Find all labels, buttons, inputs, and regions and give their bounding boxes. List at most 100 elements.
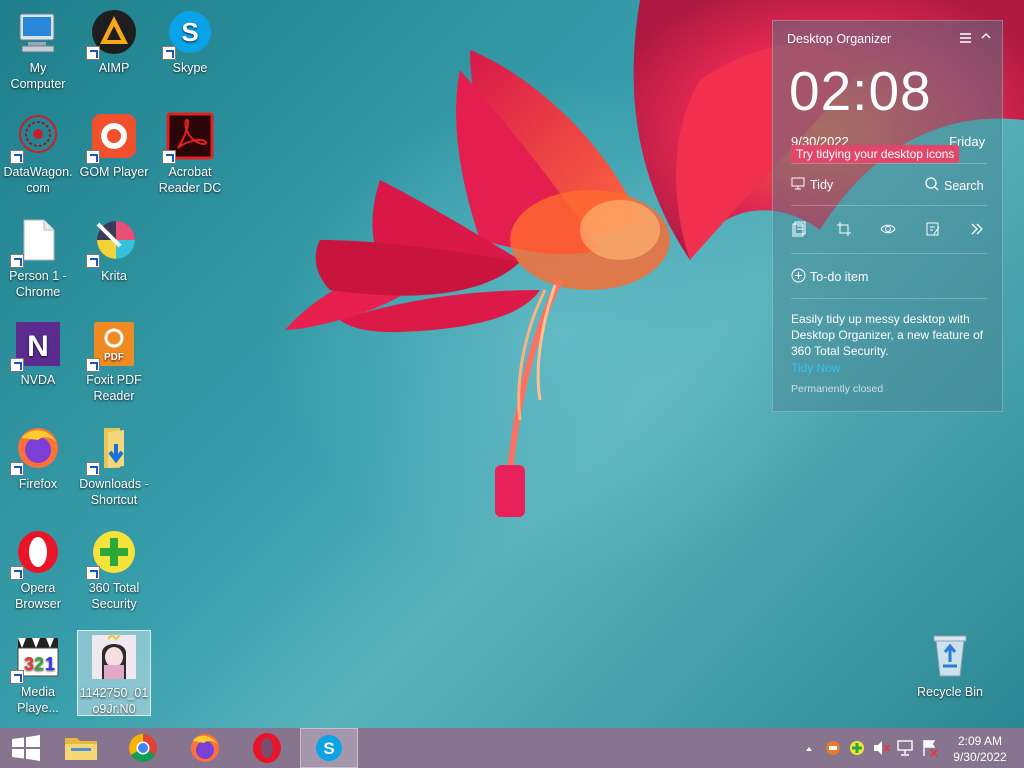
shortcut-arrow-icon (86, 566, 100, 580)
desktop-icon-foxit[interactable]: PDF Foxit PDF Reader (77, 320, 151, 404)
desktop-icon-krita[interactable]: Krita (77, 216, 151, 284)
organizer-title: Desktop Organizer (787, 32, 892, 46)
firefox-icon (191, 734, 219, 762)
desktop-icon-label: Media Playe... (17, 685, 59, 715)
desktop-icon-person-chrome[interactable]: Person 1 - Chrome (1, 216, 75, 300)
desktop-icon-my-computer[interactable]: My Computer (1, 8, 75, 92)
desktop-icon-label: Downloads - Shortcut (79, 477, 149, 507)
taskbar-clock[interactable]: 2:09 AM 9/30/2022 (940, 733, 1020, 765)
divider (791, 163, 987, 164)
tray-stop-icon[interactable] (822, 728, 844, 768)
permanently-closed-link[interactable]: Permanently closed (791, 383, 883, 395)
desktop-icon-label: NVDA (20, 373, 56, 387)
shortcut-arrow-icon (10, 254, 24, 268)
skype-icon: S (316, 735, 342, 761)
taskbar-opera[interactable] (238, 728, 296, 768)
monitor-icon (791, 177, 805, 193)
start-button[interactable] (6, 728, 46, 768)
desktop-icon-label: Firefox (18, 477, 58, 491)
tray-action-center-icon[interactable] (918, 728, 940, 768)
show-hidden-icons-button[interactable] (800, 728, 818, 768)
plus-circle-icon (791, 268, 806, 286)
menu-icon[interactable] (959, 32, 973, 47)
gom-player-icon (86, 112, 138, 164)
taskbar: S 2:09 AM 9/30/2022 (0, 728, 1024, 768)
taskbar-firefox[interactable] (176, 728, 234, 768)
desktop-icon-label: Acrobat Reader DC (158, 165, 222, 195)
taskbar-date: 9/30/2022 (953, 750, 1007, 764)
360-security-icon (86, 528, 138, 580)
desktop-icon-label: AIMP (98, 61, 130, 75)
svg-text:2: 2 (34, 654, 44, 674)
todo-label: To-do item (810, 270, 869, 284)
shortcut-arrow-icon (86, 462, 100, 476)
notes-icon[interactable] (791, 221, 809, 239)
taskbar-file-explorer[interactable] (52, 728, 110, 768)
desktop-icon-acrobat[interactable]: Acrobat Reader DC (153, 112, 227, 196)
desktop-icon-firefox[interactable]: Firefox (1, 424, 75, 492)
todo-add-button[interactable]: To-do item (791, 268, 868, 286)
windows-logo-icon (12, 735, 40, 761)
desktop-icon-label: 360 Total Security (88, 581, 140, 611)
taskbar-chrome[interactable] (114, 728, 172, 768)
krita-icon (86, 216, 138, 268)
shortcut-arrow-icon (10, 150, 24, 164)
svg-text:N: N (27, 330, 49, 363)
search-button[interactable]: Search (925, 177, 984, 194)
desktop-icon-image-file[interactable]: 1142750_01 o9Jr.N0 (77, 630, 151, 716)
edit-note-icon[interactable] (925, 221, 943, 239)
desktop-icon-aimp[interactable]: AIMP (77, 8, 151, 76)
skype-icon: S (162, 8, 214, 60)
desktop-icon-label: Recycle Bin (917, 685, 983, 699)
tidy-tip-badge[interactable]: Try tidying your desktop icons (791, 145, 960, 163)
desktop-icon-nvda[interactable]: N NVDA (1, 320, 75, 388)
svg-text:1: 1 (45, 654, 55, 674)
chevron-up-icon[interactable] (980, 30, 992, 45)
file-explorer-icon (65, 738, 97, 760)
desktop-icon-media-player[interactable]: 3 2 1 Media Playe... (1, 632, 75, 716)
tray-network-icon[interactable] (894, 728, 916, 768)
recycle-bin-icon (926, 632, 974, 680)
document-icon (10, 216, 62, 268)
desktop-icon-downloads[interactable]: Downloads - Shortcut (77, 424, 151, 508)
desktop-icon-opera[interactable]: Opera Browser (1, 528, 75, 612)
tidy-button[interactable]: Tidy (791, 177, 833, 193)
desktop-icon-label: Person 1 - Chrome (9, 269, 67, 299)
divider (791, 253, 987, 254)
shortcut-arrow-icon (86, 46, 100, 60)
eye-icon[interactable] (880, 221, 898, 239)
svg-text:S: S (323, 739, 334, 758)
desktop-organizer-panel: Desktop Organizer 02:08 9/30/2022 Friday… (772, 20, 1003, 412)
desktop-icon-label: My Computer (10, 61, 66, 91)
svg-text:3: 3 (24, 654, 34, 674)
desktop-icon-skype[interactable]: S Skype (153, 8, 227, 76)
desktop-icon-360-security[interactable]: 360 Total Security (77, 528, 151, 612)
tray-360-security-icon[interactable] (846, 728, 868, 768)
organizer-clock: 02:08 (789, 60, 932, 122)
shortcut-arrow-icon (10, 566, 24, 580)
search-icon (925, 177, 939, 194)
firefox-icon (10, 424, 62, 476)
opera-icon (253, 733, 281, 763)
divider (791, 205, 987, 206)
crop-icon[interactable] (836, 221, 854, 239)
taskbar-skype[interactable]: S (300, 728, 358, 768)
acrobat-icon (162, 112, 214, 164)
organizer-toolbar (791, 221, 987, 239)
svg-text:PDF: PDF (104, 352, 124, 363)
media-player-icon: 3 2 1 (10, 632, 62, 684)
taskbar-time: 2:09 AM (957, 734, 1003, 748)
double-chevron-right-icon[interactable] (969, 221, 987, 239)
tidy-now-link[interactable]: Tidy Now (791, 361, 841, 375)
datawagon-icon (10, 112, 62, 164)
tray-volume-muted-icon[interactable] (870, 728, 892, 768)
shortcut-arrow-icon (10, 670, 24, 684)
nvda-icon: N (10, 320, 62, 372)
desktop-icon-recycle-bin[interactable]: Recycle Bin (913, 632, 987, 700)
foxit-icon: PDF (86, 320, 138, 372)
desktop-icon-datawagon[interactable]: DataWagon. com (1, 112, 75, 196)
folder-icon (86, 424, 138, 476)
desktop-icon-label: Skype (172, 61, 208, 75)
desktop-icon-gom-player[interactable]: GOM Player (77, 112, 151, 180)
computer-icon (14, 8, 62, 56)
